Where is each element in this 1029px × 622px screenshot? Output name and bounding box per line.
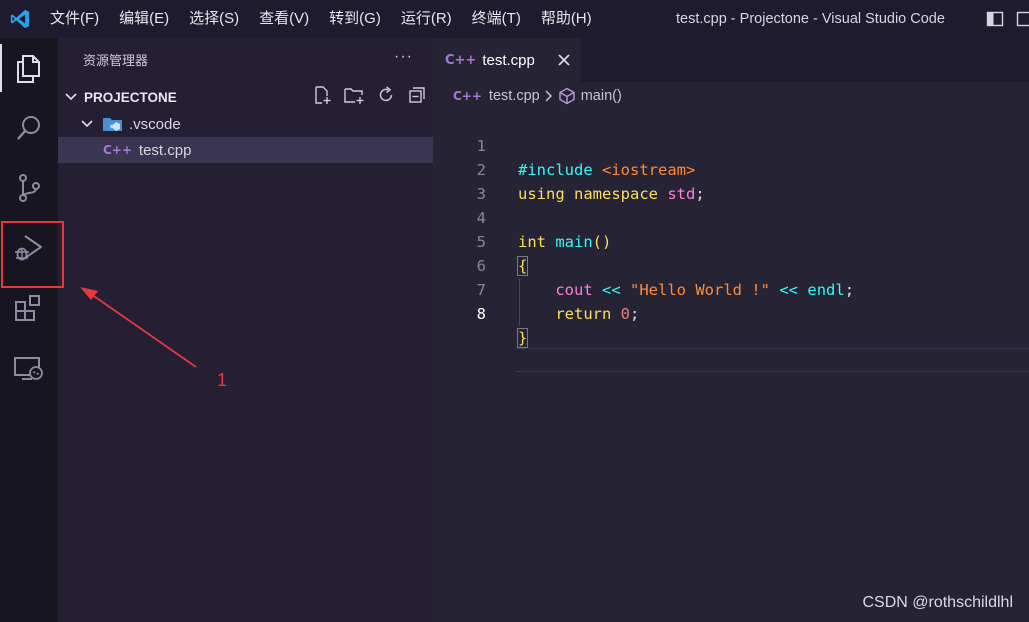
tree-item-test-cpp[interactable]: C++ test.cpp bbox=[58, 137, 433, 163]
tab-label: test.cpp bbox=[482, 51, 535, 69]
menu-run[interactable]: 运行(R) bbox=[391, 0, 462, 38]
code-line: 5 { bbox=[433, 206, 1029, 276]
vscode-logo-icon bbox=[0, 0, 40, 38]
code-line: 7 return 0; bbox=[433, 254, 1029, 323]
explorer-actions bbox=[312, 84, 427, 110]
sidebar-title: 资源管理器 bbox=[83, 53, 149, 68]
menu-file[interactable]: 文件(F) bbox=[40, 0, 109, 38]
source-control-icon[interactable] bbox=[0, 158, 58, 218]
line-number: 8 bbox=[476, 305, 486, 323]
project-title: PROJECTONE bbox=[84, 89, 177, 105]
explorer-sidebar: 资源管理器 ··· PROJECTONE .vscode C++ test.cp… bbox=[58, 38, 433, 622]
menu-edit[interactable]: 编辑(E) bbox=[109, 0, 179, 38]
menu-selection[interactable]: 选择(S) bbox=[179, 0, 249, 38]
chevron-down-icon bbox=[80, 117, 94, 131]
cpp-file-icon: C++ bbox=[445, 52, 477, 68]
editor-area: C++ test.cpp C++ test.cpp main() 1 #incl… bbox=[433, 38, 1029, 622]
annotation-number: 1 bbox=[217, 370, 228, 390]
new-folder-icon[interactable] bbox=[343, 85, 365, 110]
toggle-panel-icon[interactable] bbox=[1016, 10, 1029, 28]
annotation-highlight-box bbox=[1, 221, 64, 288]
project-section-header[interactable]: PROJECTONE bbox=[58, 84, 433, 110]
vscode-folder-icon bbox=[102, 116, 124, 132]
search-icon[interactable] bbox=[0, 98, 58, 158]
explorer-icon[interactable] bbox=[0, 38, 58, 98]
tree-item-label: .vscode bbox=[129, 115, 181, 133]
chevron-down-icon bbox=[64, 90, 78, 104]
cpp-file-icon: C++ bbox=[453, 89, 482, 103]
title-bar: 文件(F) 编辑(E) 选择(S) 查看(V) 转到(G) 运行(R) 终端(T… bbox=[0, 0, 1029, 38]
cpp-file-icon: C++ bbox=[103, 143, 132, 157]
menu-bar: 文件(F) 编辑(E) 选择(S) 查看(V) 转到(G) 运行(R) 终端(T… bbox=[40, 0, 602, 38]
tab-test-cpp[interactable]: C++ test.cpp bbox=[433, 38, 581, 82]
window-title: test.cpp - Projectone - Visual Studio Co… bbox=[676, 11, 945, 27]
code-line: 1 #include <iostream> bbox=[433, 110, 1029, 179]
breadcrumb: C++ test.cpp main() bbox=[453, 82, 622, 110]
menu-view[interactable]: 查看(V) bbox=[249, 0, 319, 38]
refresh-icon[interactable] bbox=[376, 85, 396, 110]
chevron-right-icon bbox=[544, 90, 554, 102]
collapse-all-icon[interactable] bbox=[407, 85, 427, 110]
more-actions-button[interactable]: ··· bbox=[394, 48, 413, 66]
current-line-highlight bbox=[516, 348, 1029, 372]
code-text: return 0; bbox=[555, 305, 640, 323]
tree-item-label: test.cpp bbox=[138, 141, 192, 159]
tree-item-vscode-folder[interactable]: .vscode bbox=[58, 111, 433, 137]
breadcrumb-symbol[interactable]: main() bbox=[581, 88, 622, 104]
menu-terminal[interactable]: 终端(T) bbox=[462, 0, 531, 38]
breadcrumb-file[interactable]: test.cpp bbox=[489, 88, 540, 104]
close-icon[interactable] bbox=[557, 47, 571, 72]
new-file-icon[interactable] bbox=[312, 85, 332, 110]
watermark: CSDN @rothschildlhl bbox=[862, 594, 1013, 611]
code-line: 8 } bbox=[433, 278, 1029, 348]
symbol-method-icon bbox=[558, 87, 576, 105]
code-line: 4 int main() bbox=[433, 182, 1029, 251]
menu-help[interactable]: 帮助(H) bbox=[531, 0, 602, 38]
activity-bar bbox=[0, 38, 58, 622]
code-line: 6 cout << "Hello World !" << endl; bbox=[433, 230, 1029, 299]
menu-go[interactable]: 转到(G) bbox=[319, 0, 391, 38]
editor-tabs: C++ test.cpp bbox=[433, 38, 1029, 82]
remote-explorer-icon[interactable] bbox=[0, 338, 58, 398]
code-line: 2 using namespace std; bbox=[433, 134, 1029, 203]
code-text: } bbox=[516, 328, 529, 348]
code-line: 3 bbox=[433, 158, 1029, 203]
toggle-sidebar-icon[interactable] bbox=[986, 10, 1004, 28]
